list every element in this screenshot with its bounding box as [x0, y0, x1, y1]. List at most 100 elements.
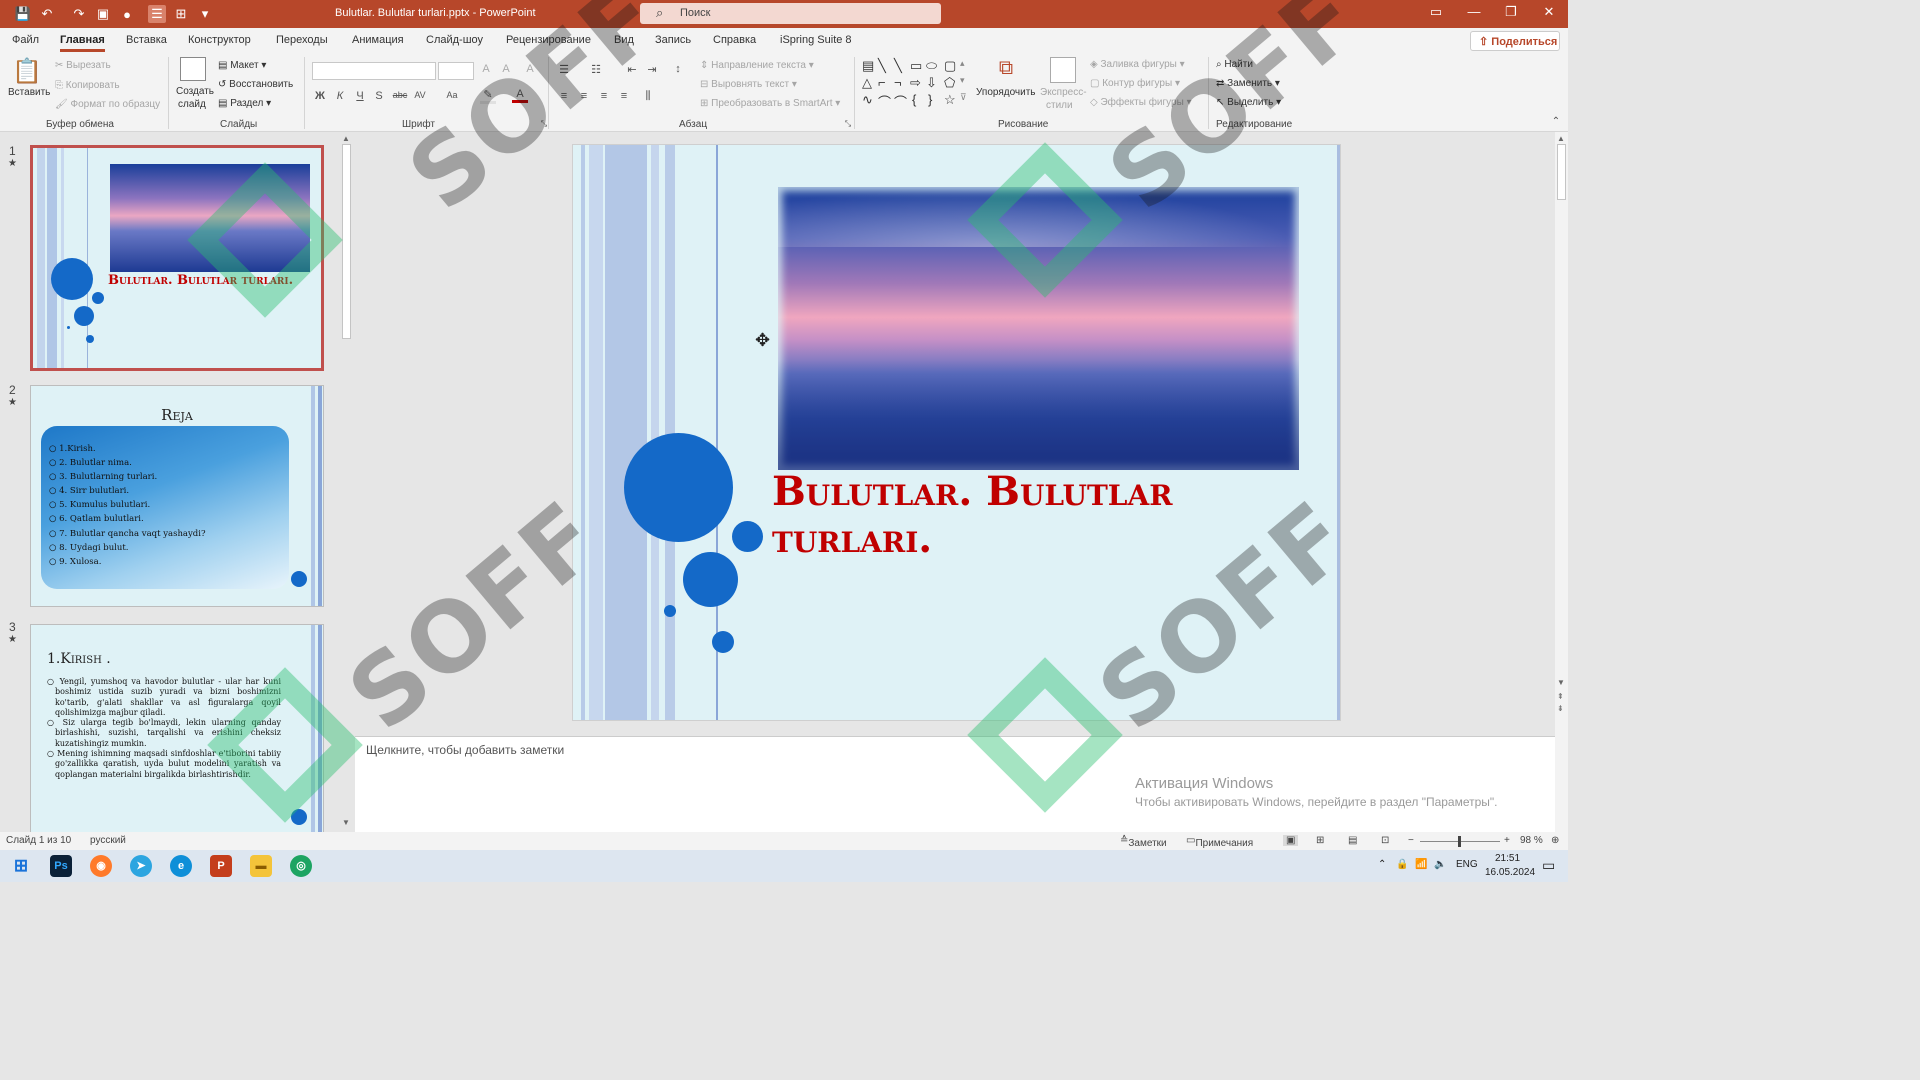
copy-button[interactable]: ⎘ Копировать: [55, 80, 120, 91]
align-left-icon[interactable]: ≡: [556, 90, 572, 102]
tab-home[interactable]: Главная: [60, 34, 105, 52]
curve-shape-icon[interactable]: ⌒: [894, 92, 907, 111]
decrease-font-icon[interactable]: A: [498, 63, 514, 75]
scroll-down-icon[interactable]: ▼: [342, 818, 350, 827]
present-icon[interactable]: ▣: [94, 5, 112, 23]
numbering-icon[interactable]: ☷: [588, 63, 604, 76]
record-icon[interactable]: ●: [118, 5, 136, 23]
arrange-button[interactable]: Упорядочить: [976, 87, 1036, 98]
chrome-icon[interactable]: ◎: [290, 855, 312, 877]
scrollbar-thumb[interactable]: [342, 144, 351, 339]
notes-placeholder[interactable]: Щелкните, чтобы добавить заметки: [366, 743, 564, 757]
shadow-button[interactable]: S: [371, 90, 387, 102]
notes-toggle[interactable]: ≙ Заметки: [1120, 835, 1167, 849]
new-slide-label-2[interactable]: слайд: [178, 99, 206, 110]
notes-pane[interactable]: Щелкните, чтобы добавить заметки Активац…: [355, 736, 1555, 832]
tab-view[interactable]: Вид: [614, 34, 634, 46]
fit-slide-icon[interactable]: ⊕: [1551, 835, 1559, 846]
slide-editor[interactable]: Bulutlar. Bulutlar turlari. ✥: [355, 132, 1555, 736]
share-button[interactable]: ⇧ Поделиться: [1470, 31, 1560, 51]
smartart-button[interactable]: ⊞ Преобразовать в SmartArt ▾: [700, 98, 840, 109]
thumbnail-scrollbar[interactable]: ▲ ▼: [340, 132, 353, 832]
oval-shape-icon[interactable]: ⬭: [926, 58, 937, 74]
rounded-rect-shape-icon[interactable]: ▢: [944, 58, 956, 74]
arc-shape-icon[interactable]: ⌒: [878, 92, 891, 111]
underline-button[interactable]: Ч: [352, 90, 368, 102]
save-icon[interactable]: 💾: [14, 5, 32, 23]
reading-view-button[interactable]: ▤: [1348, 835, 1357, 846]
normal-view-icon[interactable]: ☰: [148, 5, 166, 23]
line-spacing-icon[interactable]: ↕: [670, 63, 686, 75]
quick-styles-icon[interactable]: [1050, 57, 1076, 83]
scroll-down-icon[interactable]: ▼: [1557, 678, 1565, 687]
gallery-more-icon[interactable]: ⊽: [960, 92, 967, 103]
file-explorer-icon[interactable]: ▬: [250, 855, 272, 877]
tab-insert[interactable]: Вставка: [126, 34, 167, 46]
shapes-gallery[interactable]: ▤ ╲ ╲ ▭ ⬭ ▢ △ ⌐ ¬ ⇨ ⇩ ⬠ ∿ ⌒ ⌒ { } ☆ ▴ ▾ …: [860, 58, 972, 110]
line-shape-icon[interactable]: ╲: [894, 58, 902, 74]
strikethrough-button[interactable]: abc: [392, 90, 408, 100]
connector-shape-icon[interactable]: ¬: [894, 75, 902, 90]
gallery-down-icon[interactable]: ▾: [960, 75, 965, 86]
arrow-shape-icon[interactable]: ⇨: [910, 75, 921, 91]
clock-time[interactable]: 21:51: [1495, 853, 1520, 864]
connector-shape-icon[interactable]: ⌐: [878, 75, 886, 90]
brace-left-shape-icon[interactable]: {: [912, 92, 916, 107]
comments-toggle[interactable]: ▭ Примечания: [1186, 835, 1253, 849]
tab-slideshow[interactable]: Слайд-шоу: [426, 34, 483, 46]
slideshow-button[interactable]: ⊡: [1381, 835, 1389, 846]
new-slide-icon[interactable]: [180, 57, 206, 81]
tab-ispring[interactable]: iSpring Suite 8: [780, 34, 852, 46]
slide-title[interactable]: Bulutlar. Bulutlar turlari.: [772, 468, 1292, 562]
scroll-up-icon[interactable]: ▲: [342, 134, 350, 143]
section-button[interactable]: ▤ Раздел ▾: [218, 98, 271, 109]
tray-overflow-icon[interactable]: ⌃: [1378, 859, 1386, 870]
text-direction-button[interactable]: ⇕ Направление текста ▾: [700, 60, 814, 71]
bullets-icon[interactable]: ☰: [556, 63, 572, 76]
replace-button[interactable]: ⇄ Заменить ▾: [1216, 78, 1280, 89]
find-button[interactable]: ⌕ Найти: [1216, 59, 1253, 70]
star-shape-icon[interactable]: ☆: [944, 92, 956, 108]
new-slide-label-1[interactable]: Создать: [176, 86, 214, 97]
cut-button[interactable]: ✂ Вырезать: [55, 60, 111, 71]
normal-view-button[interactable]: ▣: [1283, 835, 1299, 846]
layout-button[interactable]: ▤ Макет ▾: [218, 60, 266, 71]
search-box[interactable]: ⌕ Поиск: [640, 3, 941, 24]
freeform-shape-icon[interactable]: ∿: [862, 92, 873, 108]
current-slide[interactable]: Bulutlar. Bulutlar turlari.: [572, 144, 1341, 721]
reset-button[interactable]: ↺ Восстановить: [218, 79, 293, 90]
tab-animations[interactable]: Анимация: [352, 34, 404, 46]
font-color-icon[interactable]: A: [512, 88, 528, 103]
rectangle-shape-icon[interactable]: ▭: [910, 58, 922, 74]
undo-icon[interactable]: ↶: [38, 5, 56, 23]
redo-icon[interactable]: ↷: [70, 5, 88, 23]
thumbnail-slide-2[interactable]: Reja ○ 1.Kirish. ○ 2. Bulutlar nima. ○ 3. …: [30, 385, 324, 607]
tab-file[interactable]: Файл: [12, 34, 39, 46]
tab-review[interactable]: Рецензирование: [506, 34, 591, 46]
pentagon-shape-icon[interactable]: ⬠: [944, 75, 955, 91]
previous-slide-icon[interactable]: ⇞: [1557, 692, 1564, 701]
format-painter-button[interactable]: 🖌 Формат по образцу: [55, 99, 160, 110]
bold-button[interactable]: Ж: [312, 90, 328, 102]
select-button[interactable]: ↖ Выделить ▾: [1216, 97, 1281, 108]
layout-icon[interactable]: ⊞: [172, 5, 190, 23]
brace-right-shape-icon[interactable]: }: [928, 92, 932, 107]
slide-sorter-button[interactable]: ⊞: [1316, 835, 1324, 846]
clock-date[interactable]: 16.05.2024: [1485, 867, 1535, 878]
scroll-up-icon[interactable]: ▲: [1557, 134, 1565, 143]
customize-icon[interactable]: ▾: [196, 5, 214, 23]
triangle-shape-icon[interactable]: △: [862, 75, 872, 91]
zoom-out-button[interactable]: −: [1408, 835, 1414, 846]
tab-transitions[interactable]: Переходы: [276, 34, 328, 46]
paste-icon[interactable]: 📋: [10, 57, 44, 87]
columns-icon[interactable]: ⫼: [640, 90, 656, 103]
start-icon[interactable]: ⊞: [10, 855, 32, 877]
justify-icon[interactable]: ≡: [616, 90, 632, 102]
quick-styles-label-1[interactable]: Экспресс-: [1040, 87, 1087, 98]
highlight-icon[interactable]: ✎: [480, 88, 496, 104]
photoshop-icon[interactable]: Ps: [50, 855, 72, 877]
collapse-ribbon-icon[interactable]: ⌃: [1548, 116, 1564, 127]
editor-scrollbar[interactable]: ▲ ▼ ⇞ ⇟: [1555, 132, 1568, 832]
scrollbar-thumb[interactable]: [1557, 144, 1566, 200]
telegram-icon[interactable]: ➤: [130, 855, 152, 877]
